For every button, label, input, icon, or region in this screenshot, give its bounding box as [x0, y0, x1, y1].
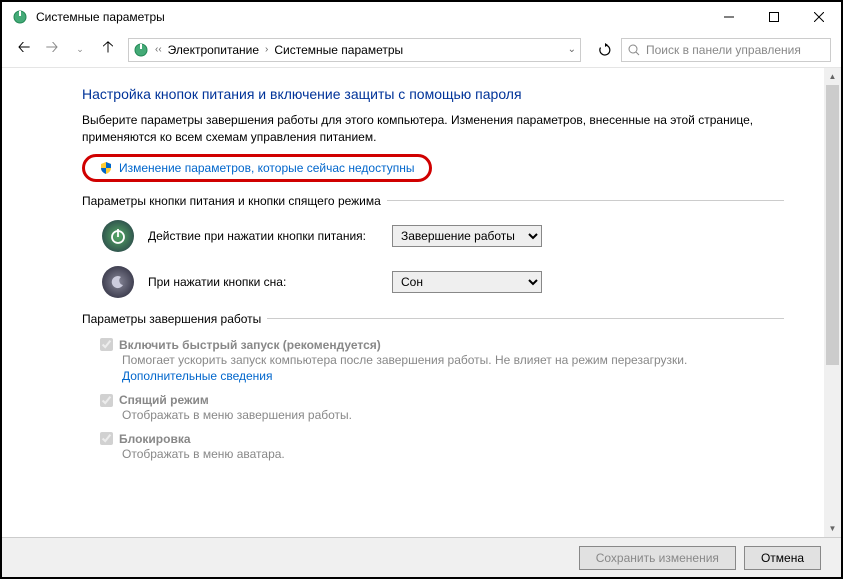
address-bar[interactable]: ‹‹ Электропитание › Системные параметры … [128, 38, 581, 62]
shield-icon [99, 161, 113, 175]
cancel-button[interactable]: Отмена [744, 546, 821, 570]
vertical-scrollbar[interactable]: ▲ ▼ [824, 68, 841, 537]
power-plan-icon [12, 9, 28, 25]
save-button: Сохранить изменения [579, 546, 736, 570]
fast-startup-checkbox: Включить быстрый запуск (рекомендуется) [100, 338, 784, 352]
sleep-button-action-select[interactable]: Сон [392, 271, 542, 293]
checkbox [100, 338, 113, 351]
checkbox [100, 394, 113, 407]
scroll-up-icon[interactable]: ▲ [824, 68, 841, 85]
search-input[interactable]: Поиск в панели управления [621, 38, 831, 62]
minimize-button[interactable] [706, 2, 751, 32]
change-link-text: Изменение параметров, которые сейчас нед… [119, 161, 415, 175]
power-button-label: Действие при нажатии кнопки питания: [148, 229, 378, 243]
change-unavailable-settings-link[interactable]: Изменение параметров, которые сейчас нед… [82, 154, 432, 182]
power-button-icon [102, 220, 134, 252]
divider [387, 200, 784, 201]
forward-button: 🡢 [40, 38, 64, 62]
breadcrumb-item[interactable]: Системные параметры [274, 43, 403, 57]
recent-dropdown[interactable]: ⌄ [68, 38, 92, 62]
lock-checkbox: Блокировка [100, 432, 784, 446]
scroll-thumb[interactable] [826, 85, 839, 365]
back-button[interactable]: 🡠 [12, 38, 36, 62]
sleep-mode-checkbox: Спящий режим [100, 393, 784, 407]
sleep-button-icon [102, 266, 134, 298]
divider [267, 318, 784, 319]
up-button[interactable]: 🡡 [96, 38, 120, 62]
breadcrumb-item[interactable]: Электропитание [168, 43, 259, 57]
power-button-action-select[interactable]: Завершение работы [392, 225, 542, 247]
close-button[interactable] [796, 2, 841, 32]
search-icon [628, 44, 640, 56]
refresh-button[interactable] [593, 38, 617, 62]
power-plan-icon [133, 42, 149, 58]
search-placeholder: Поиск в панели управления [646, 43, 801, 57]
address-dropdown-icon[interactable]: ⌄ [568, 44, 576, 55]
page-title: Настройка кнопок питания и включение защ… [82, 86, 784, 102]
section-header: Параметры кнопки питания и кнопки спящег… [82, 194, 381, 208]
checkbox [100, 432, 113, 445]
more-info-link[interactable]: Дополнительные сведения [122, 369, 272, 383]
window-title: Системные параметры [36, 10, 706, 24]
maximize-button[interactable] [751, 2, 796, 32]
chevron-right-icon: › [265, 44, 268, 55]
section-header: Параметры завершения работы [82, 312, 261, 326]
scroll-down-icon[interactable]: ▼ [824, 520, 841, 537]
chevron-left-icon: ‹‹ [155, 44, 162, 55]
sleep-button-label: При нажатии кнопки сна: [148, 275, 378, 289]
page-description: Выберите параметры завершения работы для… [82, 112, 784, 146]
